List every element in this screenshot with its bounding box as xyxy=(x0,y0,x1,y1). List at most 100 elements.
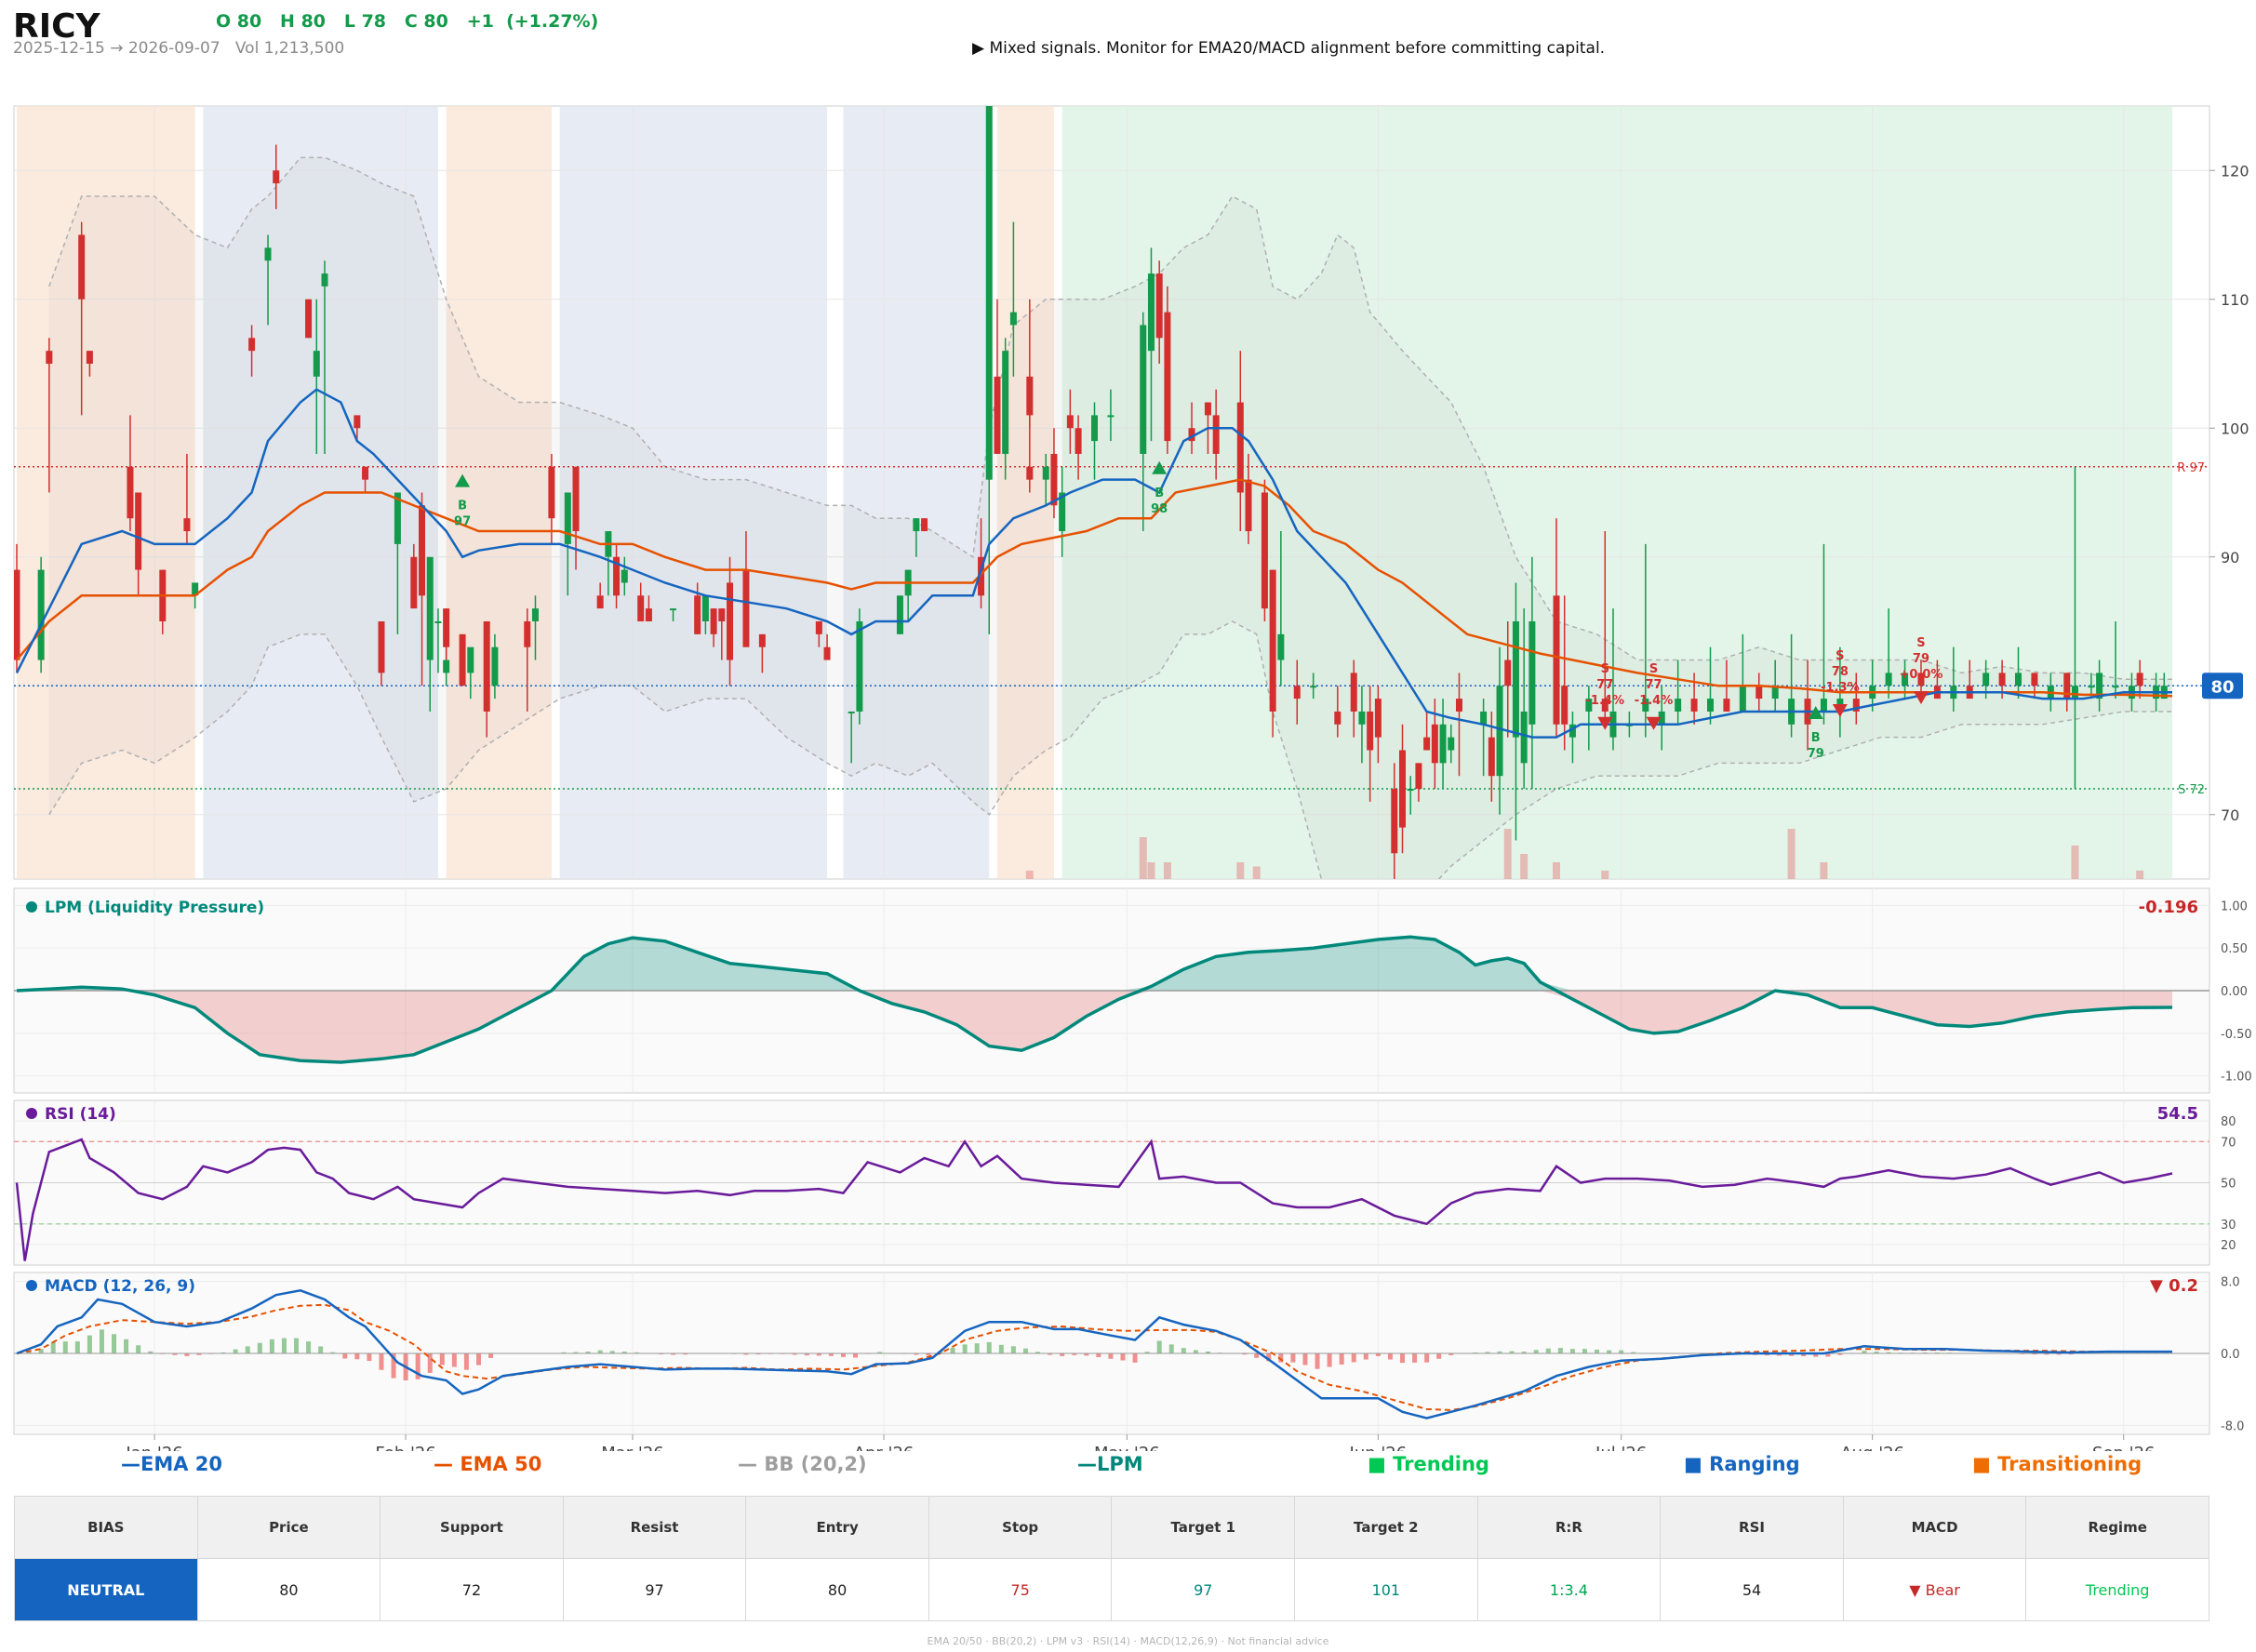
candle-body xyxy=(2031,673,2038,686)
candle-body xyxy=(46,351,53,364)
candle-body xyxy=(531,608,539,621)
buy-signal-label: 97 xyxy=(454,515,471,529)
macd-histogram-bar xyxy=(1096,1353,1101,1357)
summary-target1: 97 xyxy=(1111,1558,1296,1621)
summary-header-macd: MACD xyxy=(1842,1496,2027,1559)
macd-histogram-bar xyxy=(1327,1353,1332,1367)
macd-histogram-bar xyxy=(998,1344,1004,1353)
macd-histogram-bar xyxy=(1412,1353,1418,1363)
lpm-axis-label: -0.50 xyxy=(2221,1028,2252,1042)
macd-histogram-bar xyxy=(245,1346,250,1353)
macd-histogram-bar xyxy=(1181,1348,1186,1353)
chart-canvas[interactable]: B 97 B 98 S 77 -1.4% S 77 -1.4% B 79 S 78 -1.3% S 79 +0.0… xyxy=(0,0,2256,1451)
legend-bb: — BB (20,2) xyxy=(738,1453,867,1475)
candle-body xyxy=(913,518,920,532)
macd-histogram-bar xyxy=(451,1353,457,1367)
macd-histogram-bar xyxy=(50,1341,56,1353)
summary-header-resist: Resist xyxy=(562,1496,747,1559)
macd-histogram-bar xyxy=(463,1353,469,1370)
macd-axis-label: -8.0 xyxy=(2221,1419,2244,1433)
volume-bar xyxy=(1252,866,1261,879)
summary-header-rsi: RSI xyxy=(1660,1496,1844,1559)
macd-histogram-bar xyxy=(1315,1353,1320,1369)
summary-header-target2: Target 2 xyxy=(1294,1496,1478,1559)
candle-body xyxy=(183,518,191,532)
summary-support: 72 xyxy=(380,1558,564,1621)
macd-histogram-bar xyxy=(233,1349,238,1353)
candle-body xyxy=(1982,673,1990,686)
macd-histogram-bar xyxy=(112,1334,117,1353)
candle-body xyxy=(2136,673,2143,686)
candle-body xyxy=(1455,699,1462,712)
macd-histogram-bar xyxy=(986,1341,992,1353)
legend-ema20-swatch: — xyxy=(121,1453,140,1475)
price-plot-group: B 97 B 98 S 77 -1.4% S 77 -1.4% B 79 S 78 -1.3% S 79 +0.0… xyxy=(14,106,2209,879)
volume-bar xyxy=(1553,862,1560,879)
candle-body xyxy=(248,338,256,352)
macd-histogram-bar xyxy=(99,1329,104,1353)
macd-histogram-bar xyxy=(1607,1350,1612,1353)
rsi-axis-label: 50 xyxy=(2221,1178,2236,1192)
macd-value: ▼ 0.2 xyxy=(2150,1276,2198,1296)
candle-body xyxy=(1504,659,1512,686)
candle-body xyxy=(1002,351,1009,454)
candle-body xyxy=(572,466,580,532)
macd-histogram-bar xyxy=(1595,1349,1600,1353)
lpm-axis-label: -1.00 xyxy=(2221,1071,2252,1085)
macd-histogram-bar xyxy=(950,1347,955,1353)
x-axis-date-label: Jan '26 xyxy=(125,1444,182,1451)
volume-bar xyxy=(1236,862,1245,879)
macd-histogram-bar xyxy=(1582,1349,1587,1353)
legend-ema20-label: EMA 20 xyxy=(140,1453,223,1475)
summary-rr: 1:3.4 xyxy=(1476,1558,1662,1621)
level-label: S 72 xyxy=(2178,783,2205,797)
legend-transitioning-label: Transitioning xyxy=(1997,1453,2143,1475)
volume-bar xyxy=(1163,862,1171,879)
candle-body xyxy=(1512,621,1519,738)
rsi-axis-label: 80 xyxy=(2221,1115,2236,1129)
volume-bar xyxy=(2136,871,2144,879)
macd-histogram-bar xyxy=(257,1342,262,1353)
candle-body xyxy=(1431,724,1438,764)
candle-body xyxy=(419,505,426,596)
macd-histogram-bar xyxy=(1022,1348,1028,1353)
x-axis-date-label: Aug '26 xyxy=(1840,1444,1904,1451)
candle-body xyxy=(1075,428,1082,454)
candle-body xyxy=(86,351,93,364)
candle-body xyxy=(1998,673,2006,686)
macd-histogram-bar xyxy=(1156,1340,1162,1353)
legend-ranging-swatch: ■ xyxy=(1684,1453,1710,1475)
sell-signal-label: 77 xyxy=(1596,678,1613,692)
legend-lpm-label: LPM xyxy=(1097,1453,1143,1475)
lpm-title: LPM (Liquidity Pressure) xyxy=(45,899,264,917)
macd-histogram-bar xyxy=(1424,1353,1430,1363)
candle-body xyxy=(2088,686,2095,688)
candle-body xyxy=(856,621,863,712)
summary-header-target1: Target 1 xyxy=(1111,1496,1296,1559)
macd-histogram-bar xyxy=(1290,1353,1296,1363)
summary-price: 80 xyxy=(196,1558,381,1621)
candle-body xyxy=(2112,686,2119,688)
macd-histogram-bar xyxy=(306,1341,312,1353)
candle-body xyxy=(1885,673,1892,686)
candle-body xyxy=(1407,789,1414,792)
candle-body xyxy=(1553,595,1560,725)
candle-body xyxy=(410,556,418,609)
legend-ema50: — EMA 50 xyxy=(434,1453,541,1475)
candle-body xyxy=(1050,453,1058,506)
candle-body xyxy=(1755,686,1763,699)
volume-bar xyxy=(1820,862,1828,879)
sell-signal-label: S xyxy=(1649,662,1658,676)
candle-body xyxy=(1107,415,1115,418)
macd-axis-label: 0.0 xyxy=(2221,1348,2240,1362)
buy-signal-label: B xyxy=(1811,731,1821,745)
lpm-axis-label: 0.00 xyxy=(2221,985,2248,999)
candle-body xyxy=(1707,699,1714,712)
candle-body xyxy=(548,466,555,519)
candle-body xyxy=(2071,686,2078,699)
macd-histogram-bar xyxy=(136,1345,141,1353)
footer-note: EMA 20/50 · BB(20,2) · LPM v3 · RSI(14) … xyxy=(927,1635,1329,1647)
x-axis-date-label: Sep '26 xyxy=(2092,1444,2156,1451)
candle-body xyxy=(467,646,474,673)
candle-body xyxy=(1026,376,1034,416)
